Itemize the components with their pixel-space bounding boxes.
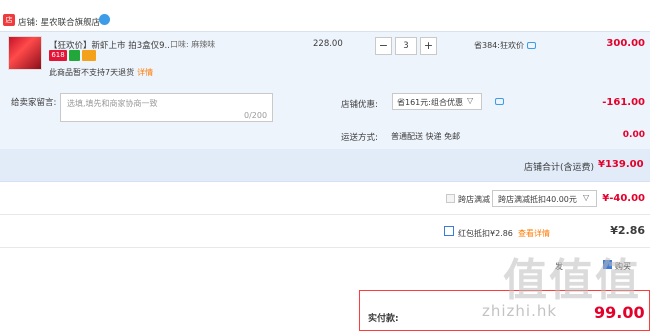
red-packet-label: 红包抵扣¥2.86 xyxy=(458,229,513,238)
unit-price: 228.00 xyxy=(313,39,343,49)
cross-store-selected-value: 跨店满减抵扣40.00元 xyxy=(498,195,577,204)
cross-store-label: 跨店满减 xyxy=(458,195,490,204)
coupon-amount: -161.00 xyxy=(602,97,645,108)
red-packet-amount: ¥2.86 xyxy=(610,224,645,237)
promo-chat-icon[interactable] xyxy=(526,42,536,49)
cross-store-amount: ¥-40.00 xyxy=(602,193,645,204)
message-char-count: 0/200 xyxy=(244,111,268,120)
store-total-amount: ¥139.00 xyxy=(598,159,644,170)
coupon-label: 店铺优惠: xyxy=(341,100,378,110)
badge-618-icon: 618 xyxy=(49,50,67,61)
details-link[interactable]: 详情 xyxy=(137,68,153,77)
store-name[interactable]: 店铺: 星农联合旗舰店 xyxy=(18,16,100,28)
no-return-text: 此商品暂不支持7天退货 xyxy=(49,68,135,77)
quantity-minus-button[interactable]: − xyxy=(375,37,392,55)
wangwang-icon[interactable] xyxy=(99,14,110,25)
item-subtotal: 300.00 xyxy=(606,38,645,49)
quantity-stepper: − 3 + xyxy=(375,37,437,56)
badge-card-icon xyxy=(82,50,96,61)
store-icon: 店 xyxy=(3,14,15,26)
quantity-input[interactable]: 3 xyxy=(395,37,417,55)
payment-label: 实付款: xyxy=(368,314,399,324)
badge-green-icon xyxy=(69,50,80,61)
product-thumbnail[interactable] xyxy=(8,36,42,70)
chevron-down-icon: ▽ xyxy=(583,193,590,202)
cross-store-checkbox[interactable] xyxy=(446,194,455,203)
promo-info: 省384:狂欢价 xyxy=(474,40,536,51)
message-placeholder: 选填,填先和商家协商一致 xyxy=(67,99,158,108)
watermark-logo: 值值值 xyxy=(503,255,641,306)
promo-text: 省384:狂欢价 xyxy=(474,41,524,50)
sku-info: 口味: 麻辣味 xyxy=(170,40,216,49)
store-total-label: 店铺合计(含运费) xyxy=(524,163,595,173)
chevron-down-icon: ▽ xyxy=(467,96,474,105)
coupon-selected-value: 省161元:组合优惠 xyxy=(397,98,463,107)
product-badges: 618 xyxy=(49,50,98,62)
message-label: 给卖家留言: xyxy=(11,98,57,108)
shipping-method: 普通配送 快递 免邮 xyxy=(391,132,461,141)
red-packet-details-link[interactable]: 查看详情 xyxy=(518,228,550,239)
quantity-plus-button[interactable]: + xyxy=(420,37,437,55)
red-packet-checkbox[interactable] xyxy=(444,226,454,236)
shipping-amount: 0.00 xyxy=(622,130,645,140)
watermark-url: zhizhi.hk xyxy=(482,302,558,320)
coupon-chat-icon[interactable] xyxy=(495,98,504,105)
no-return-notice: 此商品暂不支持7天退货 详情 xyxy=(49,67,153,78)
shipping-label: 运送方式: xyxy=(341,133,378,143)
